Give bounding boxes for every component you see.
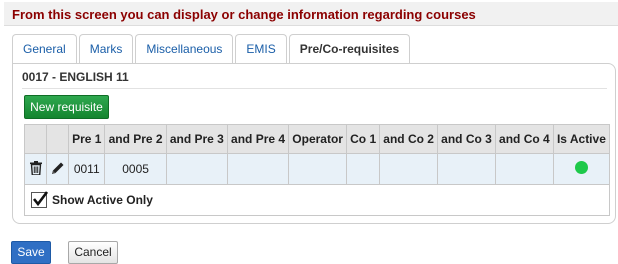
cell-operator [288, 153, 348, 185]
delete-cell [24, 153, 47, 185]
show-active-only-row: Show Active Only [24, 185, 610, 216]
show-active-only-label[interactable]: Show Active Only [52, 193, 153, 207]
requisites-table: Pre 1 and Pre 2 and Pre 3 and Pre 4 Oper… [24, 124, 611, 185]
course-title: 0017 - ENGLISH 11 [22, 70, 129, 84]
table-row: 0011 0005 [24, 153, 611, 185]
header-pre3[interactable]: and Pre 3 [165, 124, 228, 154]
save-button[interactable]: Save [11, 241, 51, 264]
cell-is-active [552, 153, 611, 185]
header-co3[interactable]: and Co 3 [437, 124, 496, 154]
tab-emis[interactable]: EMIS [235, 34, 287, 64]
edit-cell [46, 153, 69, 185]
cell-pre1: 0011 [67, 153, 106, 185]
header-pre4[interactable]: and Pre 4 [226, 124, 290, 154]
cell-co3 [437, 153, 496, 185]
active-status-dot [574, 161, 588, 174]
header-pre1[interactable]: Pre 1 [67, 124, 106, 154]
header-blank [24, 124, 47, 154]
pencil-icon[interactable] [51, 161, 65, 178]
cancel-button[interactable]: Cancel [68, 241, 118, 264]
tab-marks[interactable]: Marks [78, 34, 134, 64]
cell-co4 [494, 153, 554, 185]
new-requisite-button[interactable]: New requisite [24, 95, 109, 119]
header-pre2[interactable]: and Pre 2 [104, 124, 167, 154]
tab-bar: General Marks Miscellaneous EMIS Pre/Co-… [12, 34, 412, 65]
cell-co2 [379, 153, 439, 185]
tab-pre-co-requisites[interactable]: Pre/Co-requisites [288, 34, 411, 65]
cell-pre3 [165, 153, 228, 185]
header-co2[interactable]: and Co 2 [379, 124, 439, 154]
trash-icon[interactable] [29, 160, 42, 178]
cell-pre4 [226, 153, 290, 185]
show-active-only-checkbox[interactable] [31, 191, 49, 208]
header-is-active[interactable]: Is Active [552, 124, 611, 154]
header-co1[interactable]: Co 1 [346, 124, 381, 154]
header-operator[interactable]: Operator [288, 124, 348, 154]
tab-general[interactable]: General [12, 34, 77, 64]
divider [22, 88, 607, 89]
cell-pre2: 0005 [104, 153, 167, 185]
tab-miscellaneous[interactable]: Miscellaneous [135, 34, 234, 64]
checkmark-icon [32, 191, 49, 207]
header-blank [46, 124, 69, 154]
cell-co1 [346, 153, 381, 185]
requisites-panel: 0017 - ENGLISH 11 New requisite Pre 1 an… [12, 63, 616, 224]
instructions-banner: From this screen you can display or chan… [4, 2, 618, 26]
header-co4[interactable]: and Co 4 [494, 124, 554, 154]
table-header-row: Pre 1 and Pre 2 and Pre 3 and Pre 4 Oper… [24, 124, 611, 154]
